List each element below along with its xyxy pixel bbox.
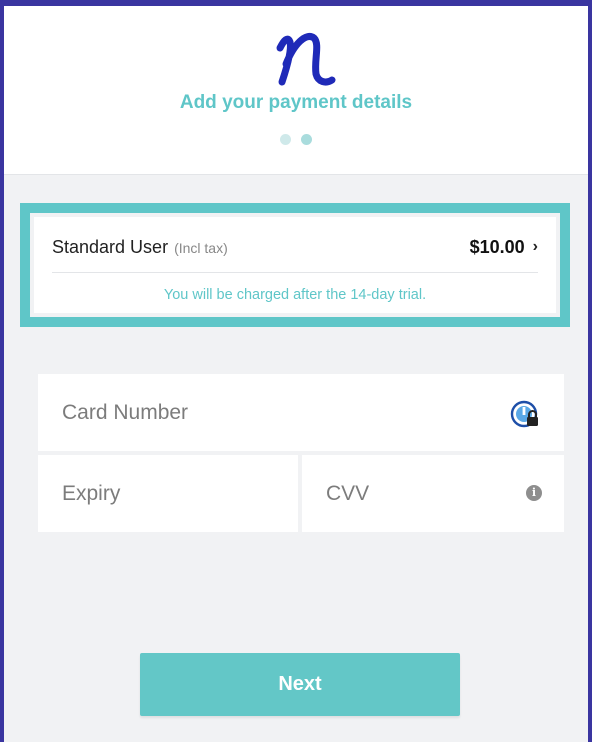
payment-window: Add your payment details Standard User (I…	[0, 0, 592, 742]
plan-tax-note: (Incl tax)	[174, 239, 228, 256]
step-indicator	[4, 134, 588, 145]
trial-note: You will be charged after the 14-day tri…	[163, 287, 427, 303]
expiry-field[interactable]: Expiry	[38, 455, 298, 532]
card-number-field[interactable]: Card Number	[38, 374, 564, 451]
step-dot-2	[301, 134, 312, 145]
plan-price: $10.00	[469, 236, 525, 257]
cvv-placeholder: CVV	[326, 482, 370, 505]
plan-name: Standard User	[52, 236, 169, 257]
header: Add your payment details	[4, 6, 588, 175]
cvv-field[interactable]: CVV i	[302, 455, 564, 532]
plan-row[interactable]: Standard User (Incl tax) $10.00 ›	[52, 235, 538, 259]
next-button[interactable]: Next	[140, 653, 460, 716]
info-icon[interactable]: i	[526, 485, 542, 501]
secure-lock-icon	[510, 400, 538, 428]
card-form: Card Number Expiry CVV i	[38, 374, 564, 532]
logo-icon	[276, 33, 336, 86]
plan-divider	[52, 272, 538, 273]
chevron-right-icon[interactable]: ›	[533, 238, 538, 256]
step-dot-1	[280, 134, 291, 145]
plan-price-wrap[interactable]: $10.00 ›	[470, 237, 538, 258]
card-number-placeholder: Card Number	[62, 401, 189, 424]
plan-summary-box: Standard User (Incl tax) $10.00 › You wil…	[20, 203, 570, 327]
page-title: Add your payment details	[179, 92, 413, 113]
expiry-placeholder: Expiry	[62, 482, 121, 505]
plan-summary[interactable]: Standard User (Incl tax) $10.00 › You wil…	[34, 217, 556, 313]
